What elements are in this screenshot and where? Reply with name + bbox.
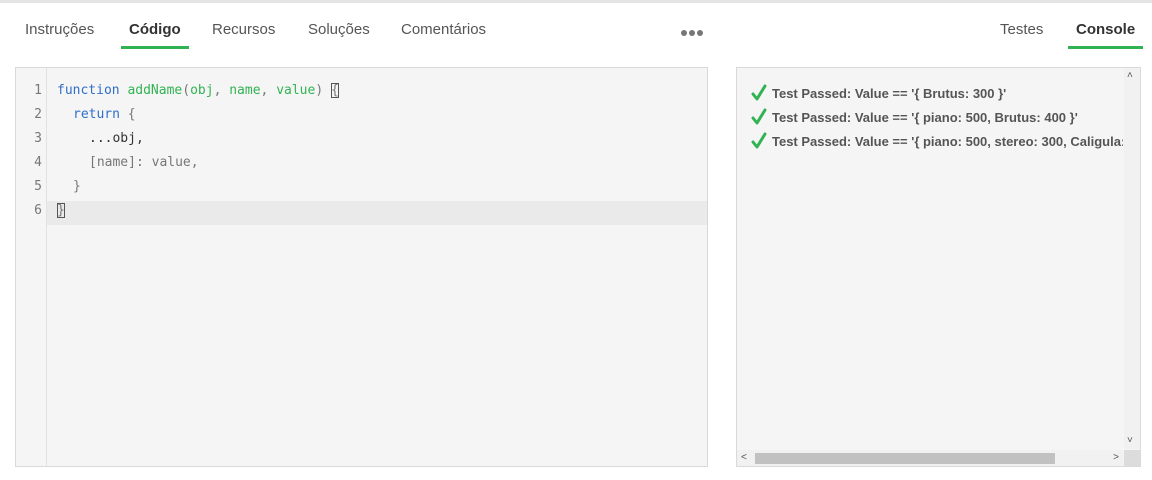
matching-bracket: } <box>57 203 65 218</box>
tab-instrucoes[interactable]: Instruções <box>25 21 94 39</box>
code-text[interactable]: } <box>73 175 81 199</box>
active-code-line[interactable]: } <box>47 201 707 225</box>
tab-solucoes[interactable]: Soluções <box>308 21 370 39</box>
line-number: 5 <box>34 179 42 194</box>
code-line: 4 [name]: value, <box>16 151 707 175</box>
test-result: Test Passed: Value == '{ piano: 500, Bru… <box>751 108 1078 128</box>
scroll-down-icon[interactable]: ˅ <box>1127 436 1133 446</box>
scrollbar-corner <box>1124 450 1140 466</box>
top-border <box>0 0 1152 3</box>
test-result: Test Passed: Value == '{ Brutus: 300 }' <box>751 84 1006 104</box>
console-panel[interactable]: Test Passed: Value == '{ Brutus: 300 }' … <box>736 67 1141 467</box>
code-text[interactable]: function addName(obj, name, value) { <box>57 79 339 103</box>
line-number: 2 <box>34 107 42 122</box>
tab-comentarios[interactable]: Comentários <box>401 21 486 39</box>
line-number: 6 <box>34 203 42 218</box>
code-text[interactable]: } <box>57 199 65 223</box>
code-line: 3 ...obj, <box>16 127 707 151</box>
tab-codigo[interactable]: Código <box>121 21 189 49</box>
vertical-scrollbar[interactable]: ˄ ˅ <box>1124 68 1140 449</box>
scroll-left-icon[interactable]: ˂ <box>741 453 747 463</box>
scroll-up-icon[interactable]: ˄ <box>1127 71 1133 81</box>
checkmark-icon <box>751 132 767 149</box>
console-output: Test Passed: Value == '{ Brutus: 300 }' … <box>737 68 1123 449</box>
line-number: 3 <box>34 131 42 146</box>
code-text[interactable]: return { <box>73 103 136 127</box>
line-number: 4 <box>34 155 42 170</box>
horizontal-scroll-thumb[interactable] <box>755 453 1055 464</box>
test-result: Test Passed: Value == '{ piano: 500, ste… <box>751 132 1123 152</box>
checkmark-icon <box>751 84 767 101</box>
code-line: 5 } <box>16 175 707 199</box>
code-text[interactable]: [name]: value, <box>89 151 199 175</box>
matching-bracket: { <box>330 83 339 98</box>
horizontal-scrollbar[interactable]: ˂ ˃ <box>737 450 1123 466</box>
tab-console[interactable]: Console <box>1067 21 1144 49</box>
tab-testes[interactable]: Testes <box>1000 21 1043 39</box>
scroll-right-icon[interactable]: ˃ <box>1113 453 1119 463</box>
checkmark-icon <box>751 108 767 125</box>
code-editor[interactable]: 1 function addName(obj, name, value) { 2… <box>15 67 708 467</box>
more-horizontal-icon[interactable] <box>681 30 703 36</box>
line-number: 1 <box>34 83 42 98</box>
code-line: 1 function addName(obj, name, value) { <box>16 79 707 103</box>
code-text[interactable]: ...obj, <box>89 127 144 151</box>
tab-recursos[interactable]: Recursos <box>212 21 275 39</box>
code-line: 2 return { <box>16 103 707 127</box>
